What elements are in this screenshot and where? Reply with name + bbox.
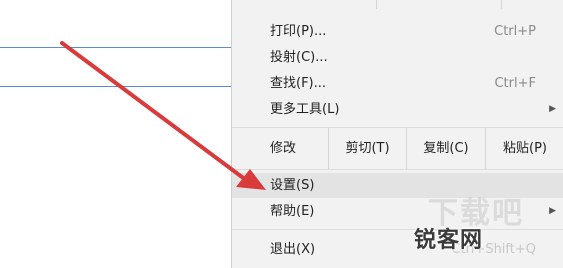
menu-item-label: 更多工具(L) <box>270 102 340 117</box>
menu-item-label: 投射(C)... <box>270 50 328 65</box>
submenu-arrow-icon: ▶ <box>549 206 556 216</box>
edit-label: 修改 <box>270 141 297 156</box>
menu-item-label: 查找(F)... <box>270 76 327 91</box>
menu-item-cast[interactable]: 投射(C)... <box>232 45 563 70</box>
watermark-logo: 锐客网 <box>414 228 484 253</box>
menu-separator <box>232 169 563 170</box>
menu-item-label: 打印(P)... <box>270 24 327 39</box>
menu-item-label: 设置(S) <box>270 178 315 193</box>
menu-item-find[interactable]: 查找(F)... Ctrl+F <box>232 71 563 96</box>
menu-item-shortcut: Ctrl+P <box>494 24 536 39</box>
menu-top-divider <box>376 0 377 9</box>
menu-item-more-tools[interactable]: 更多工具(L) ▶ <box>232 97 563 122</box>
menu-item-label: 帮助(E) <box>270 204 315 219</box>
submenu-arrow-icon: ▶ <box>549 104 556 114</box>
menu-item-label: 退出(X) <box>270 242 316 257</box>
copy-button[interactable]: 复制(C) <box>407 128 485 169</box>
menu-item-exit[interactable]: 退出(X) Ctrl+Shift+Q <box>232 237 563 262</box>
menu-item-shortcut: Ctrl+F <box>494 76 536 91</box>
background-line-bottom <box>0 86 232 87</box>
menu-item-print[interactable]: 打印(P)... Ctrl+P <box>232 19 563 44</box>
paste-button[interactable]: 粘贴(P) <box>486 128 563 169</box>
background-line-top <box>0 47 232 48</box>
edit-row: 修改 剪切(T) 复制(C) 粘贴(P) <box>232 128 563 169</box>
menu-top-divider <box>501 0 502 9</box>
cut-button[interactable]: 剪切(T) <box>329 128 406 169</box>
